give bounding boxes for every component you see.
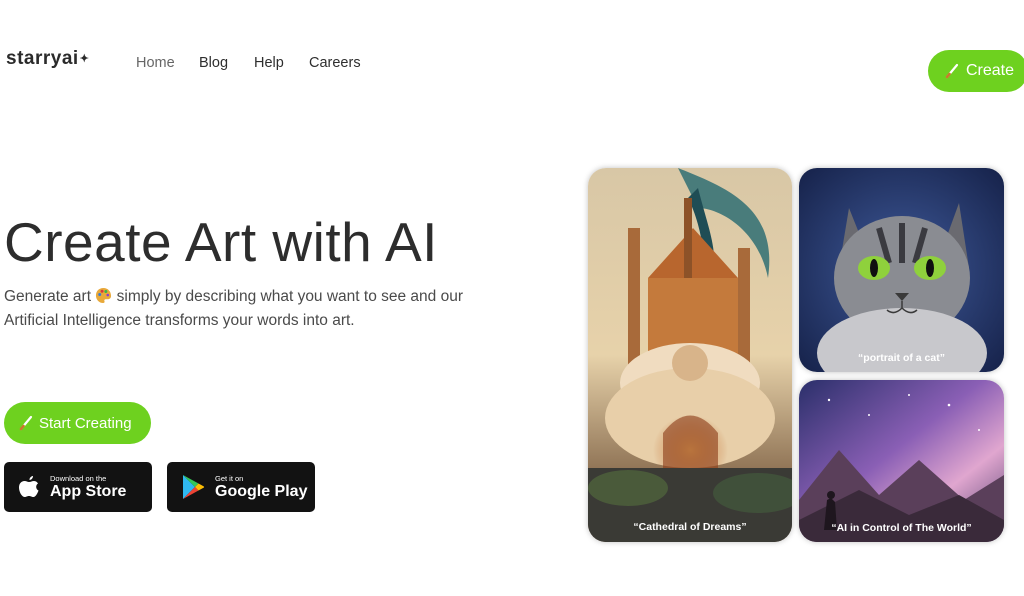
app-store-button[interactable]: Download on the App Store: [4, 462, 152, 512]
nav-link-careers[interactable]: Careers: [309, 55, 361, 71]
google-play-icon: [183, 475, 205, 499]
hero-title: Create Art with AI: [4, 211, 438, 273]
create-button[interactable]: Create: [928, 50, 1024, 92]
app-store-big-text: App Store: [50, 482, 127, 500]
start-creating-label: Start Creating: [39, 414, 132, 432]
top-nav: starryai✦ Home Blog Help Careers Create: [0, 0, 1024, 120]
app-store-small-text: Download on the: [50, 473, 107, 483]
nav-link-blog[interactable]: Blog: [199, 55, 228, 71]
cathedral-art-card[interactable]: “Cathedral of Dreams”: [588, 168, 792, 542]
nav-link-help[interactable]: Help: [254, 55, 284, 71]
brush-icon: [945, 63, 959, 79]
cat-caption: “portrait of a cat”: [858, 352, 945, 364]
apple-icon: [19, 476, 39, 497]
palette-icon: [96, 287, 112, 304]
logo-text: starryai: [6, 48, 79, 69]
hero-subtitle-part1: Generate art: [4, 288, 92, 305]
hero-subtitle: Generate art simply by describing what y…: [4, 285, 504, 333]
world-caption: “AI in Control of The World”: [831, 522, 972, 534]
cat-art-card[interactable]: “portrait of a cat”: [799, 168, 1004, 372]
create-button-label: Create: [966, 62, 1015, 79]
google-play-small-text: Get it on: [215, 473, 244, 483]
google-play-button[interactable]: Get it on Google Play: [167, 462, 315, 512]
start-creating-button[interactable]: Start Creating: [4, 402, 151, 444]
logo-star-icon: ✦: [79, 53, 90, 65]
nav-link-home[interactable]: Home: [136, 55, 175, 71]
google-play-big-text: Google Play: [215, 482, 308, 500]
logo[interactable]: starryai✦: [6, 48, 89, 70]
world-artwork: [799, 380, 1004, 542]
world-art-card[interactable]: “AI in Control of The World”: [799, 380, 1004, 542]
cathedral-artwork: [588, 168, 792, 542]
brush-icon: [19, 415, 33, 431]
cathedral-caption: “Cathedral of Dreams”: [633, 521, 747, 533]
cat-artwork: [799, 168, 1004, 372]
